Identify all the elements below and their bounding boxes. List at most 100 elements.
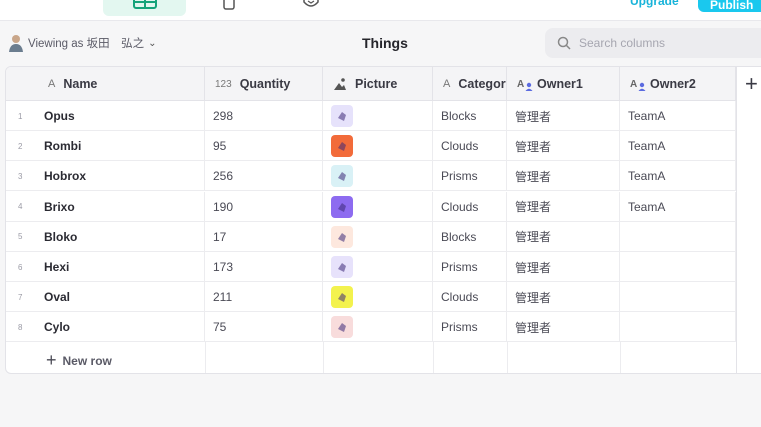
row-index: 8 bbox=[18, 322, 23, 332]
picture-cell[interactable] bbox=[323, 191, 433, 222]
table-icon bbox=[133, 0, 157, 9]
category-cell[interactable]: Blocks bbox=[433, 101, 507, 131]
image-icon bbox=[334, 78, 346, 90]
owner1-cell[interactable]: 管理者 bbox=[507, 221, 620, 252]
name-cell[interactable]: Bloko bbox=[36, 221, 205, 252]
category-cell[interactable]: Blocks bbox=[433, 221, 507, 252]
user-text-icon: A bbox=[630, 79, 646, 91]
table-row[interactable]: 8 Cylo 75 Prisms 管理者 bbox=[6, 312, 736, 343]
table-row[interactable]: 7 Oval 211 Clouds 管理者 bbox=[6, 282, 736, 313]
name-cell[interactable]: Hobrox bbox=[36, 161, 205, 192]
viewing-as-selector[interactable]: Viewing as 坂田 弘之 ⌄ bbox=[8, 34, 157, 52]
picture-cell[interactable] bbox=[323, 282, 433, 313]
search-box[interactable] bbox=[545, 28, 761, 58]
upgrade-link[interactable]: Upgrade bbox=[630, 0, 679, 8]
tab-data[interactable] bbox=[103, 0, 186, 16]
quantity-cell[interactable]: 17 bbox=[205, 221, 323, 252]
column-header-name[interactable]: A Name bbox=[6, 67, 205, 101]
number-type-icon: 123 bbox=[215, 78, 232, 90]
owner1-cell[interactable]: 管理者 bbox=[507, 252, 620, 282]
column-header-quantity[interactable]: 123 Quantity bbox=[205, 67, 323, 101]
name-cell[interactable]: Rombi bbox=[36, 131, 205, 162]
owner2-cell[interactable] bbox=[620, 282, 736, 313]
owner2-cell[interactable]: TeamA bbox=[620, 131, 736, 162]
table-row[interactable]: 5 Bloko 17 Blocks 管理者 bbox=[6, 221, 736, 252]
picture-cell[interactable] bbox=[323, 252, 433, 282]
name-cell[interactable]: Opus bbox=[36, 101, 205, 131]
owner2-cell[interactable] bbox=[620, 252, 736, 282]
thumbnail-image bbox=[331, 286, 353, 309]
owner1-cell[interactable]: 管理者 bbox=[507, 282, 620, 313]
thumbnail-image bbox=[331, 225, 353, 248]
name-cell[interactable]: Cylo bbox=[36, 312, 205, 343]
new-row-label: New row bbox=[62, 353, 112, 368]
quantity-cell[interactable]: 75 bbox=[205, 312, 323, 343]
chevron-down-icon: ⌄ bbox=[148, 37, 157, 49]
category-cell[interactable]: Clouds bbox=[433, 131, 507, 162]
publish-button[interactable]: Publish bbox=[698, 0, 761, 12]
name-cell[interactable]: Hexi bbox=[36, 252, 205, 282]
owner1-cell[interactable]: 管理者 bbox=[507, 101, 620, 131]
quantity-cell[interactable]: 298 bbox=[205, 101, 323, 131]
search-input[interactable] bbox=[579, 36, 749, 50]
owner2-cell[interactable] bbox=[620, 221, 736, 252]
table-row[interactable]: 6 Hexi 173 Prisms 管理者 bbox=[6, 252, 736, 282]
owner1-cell[interactable]: 管理者 bbox=[507, 161, 620, 192]
column-header-picture[interactable]: Picture bbox=[323, 67, 433, 101]
owner1-cell[interactable]: 管理者 bbox=[507, 312, 620, 343]
column-header-category[interactable]: A Category bbox=[433, 67, 507, 101]
search-icon bbox=[557, 36, 571, 50]
name-cell[interactable]: Oval bbox=[36, 282, 205, 313]
picture-cell[interactable] bbox=[323, 312, 433, 343]
page-title: Things bbox=[362, 35, 408, 51]
text-type-icon: A bbox=[48, 78, 56, 90]
picture-cell[interactable] bbox=[323, 221, 433, 252]
owner2-cell[interactable]: TeamA bbox=[620, 161, 736, 192]
thumbnail-image bbox=[331, 165, 353, 188]
picture-cell[interactable] bbox=[323, 131, 433, 162]
category-cell[interactable]: Clouds bbox=[433, 191, 507, 222]
shield-icon[interactable] bbox=[302, 0, 320, 9]
picture-cell[interactable] bbox=[323, 101, 433, 131]
table-row[interactable]: 4 Brixo 190 Clouds 管理者 TeamA bbox=[6, 191, 736, 222]
column-divider bbox=[507, 342, 508, 373]
phone-icon[interactable] bbox=[222, 0, 236, 10]
column-header-owner2[interactable]: A Owner2 bbox=[620, 67, 736, 101]
name-cell[interactable]: Brixo bbox=[36, 191, 205, 222]
column-header-owner1[interactable]: A Owner1 bbox=[507, 67, 620, 101]
column-divider bbox=[323, 342, 324, 373]
avatar bbox=[9, 35, 23, 52]
thumbnail-image bbox=[331, 105, 353, 127]
column-header-label: Quantity bbox=[239, 77, 291, 91]
quantity-cell[interactable]: 173 bbox=[205, 252, 323, 282]
quantity-cell[interactable]: 95 bbox=[205, 131, 323, 162]
column-divider bbox=[433, 342, 434, 373]
add-column-button[interactable]: + bbox=[736, 67, 761, 373]
text-type-icon: A bbox=[443, 78, 451, 90]
plus-icon: + bbox=[46, 350, 57, 370]
picture-cell[interactable] bbox=[323, 161, 433, 192]
new-row-button[interactable]: + New row bbox=[6, 342, 736, 373]
row-index: 3 bbox=[18, 171, 23, 181]
owner2-cell[interactable]: TeamA bbox=[620, 101, 736, 131]
owner2-cell[interactable]: TeamA bbox=[620, 191, 736, 222]
quantity-cell[interactable]: 256 bbox=[205, 161, 323, 192]
table-row[interactable]: 1 Opus 298 Blocks 管理者 TeamA bbox=[6, 101, 736, 131]
category-cell[interactable]: Prisms bbox=[433, 161, 507, 192]
owner2-cell[interactable] bbox=[620, 312, 736, 343]
quantity-cell[interactable]: 211 bbox=[205, 282, 323, 313]
category-cell[interactable]: Clouds bbox=[433, 282, 507, 313]
column-divider bbox=[205, 342, 206, 373]
category-cell[interactable]: Prisms bbox=[433, 312, 507, 343]
viewing-as-label: Viewing as 坂田 弘之 bbox=[28, 38, 145, 50]
header-row: A Name 123 Quantity Picture A Category A… bbox=[6, 67, 761, 101]
owner1-cell[interactable]: 管理者 bbox=[507, 131, 620, 162]
owner1-cell[interactable]: 管理者 bbox=[507, 191, 620, 222]
category-cell[interactable]: Prisms bbox=[433, 252, 507, 282]
row-index: 2 bbox=[18, 141, 23, 151]
thumbnail-image bbox=[331, 195, 353, 218]
quantity-cell[interactable]: 190 bbox=[205, 191, 323, 222]
thumbnail-image bbox=[331, 316, 353, 339]
table-row[interactable]: 3 Hobrox 256 Prisms 管理者 TeamA bbox=[6, 161, 736, 192]
table-row[interactable]: 2 Rombi 95 Clouds 管理者 TeamA bbox=[6, 131, 736, 162]
